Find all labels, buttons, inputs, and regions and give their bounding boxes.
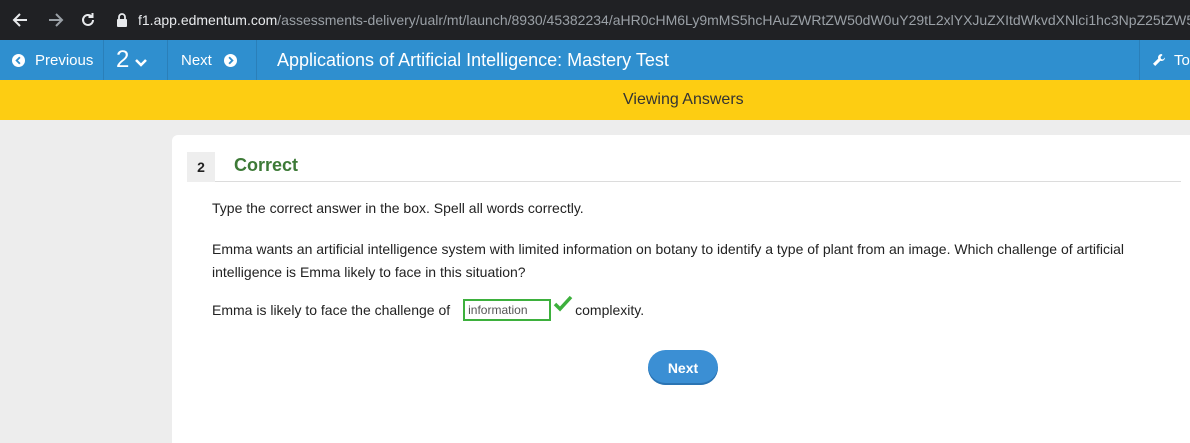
question-card: 2 Correct Type the correct answer in the…: [172, 135, 1190, 443]
question-header: 2 Correct: [187, 152, 1181, 182]
tools-button[interactable]: Tools: [1139, 40, 1190, 80]
question-number-badge: 2: [187, 152, 215, 182]
tools-label: Tools: [1174, 51, 1190, 69]
question-selector[interactable]: 2: [104, 40, 168, 80]
viewing-answers-banner: Viewing Answers: [0, 80, 1190, 120]
browser-bar: f1.app.edmentum.com/assessments-delivery…: [0, 0, 1190, 40]
back-icon[interactable]: [0, 0, 40, 40]
wrench-icon: [1153, 54, 1165, 66]
forward-icon[interactable]: [40, 0, 72, 40]
test-title: Applications of Artificial Intelligence:…: [277, 49, 669, 70]
answer-line: Emma is likely to face the challenge of …: [212, 295, 645, 321]
previous-label: Previous: [35, 51, 94, 69]
arrow-right-circle-icon: [223, 53, 237, 67]
arrow-left-circle-icon: [12, 53, 25, 67]
question-number: 2: [116, 46, 130, 73]
question-instruction: Type the correct answer in the box. Spel…: [212, 200, 584, 216]
question-status: Correct: [234, 155, 299, 175]
url-domain: f1.app.edmentum.com: [138, 12, 278, 28]
answer-suffix: complexity.: [575, 302, 645, 318]
url-path: /assessments-delivery/ualr/mt/launch/893…: [277, 12, 1190, 28]
next-button[interactable]: Next: [648, 350, 718, 385]
lock-icon: [116, 12, 128, 28]
answer-input[interactable]: information: [463, 299, 552, 321]
test-toolbar: Previous 2 Next Applications of Artifici…: [0, 40, 1190, 80]
question-prompt: Emma wants an artificial intelligence sy…: [212, 241, 1124, 280]
checkmark-icon: [553, 295, 573, 312]
next-label: Next: [181, 51, 212, 69]
banner-text: Viewing Answers: [623, 91, 744, 108]
next-button-toolbar[interactable]: Next: [168, 40, 257, 80]
chevron-down-icon: [135, 59, 148, 67]
reload-icon[interactable]: [72, 0, 104, 40]
previous-button[interactable]: Previous: [0, 40, 104, 80]
answer-prefix: Emma is likely to face the challenge of: [212, 302, 451, 318]
address-bar[interactable]: f1.app.edmentum.com/assessments-delivery…: [104, 6, 1190, 34]
